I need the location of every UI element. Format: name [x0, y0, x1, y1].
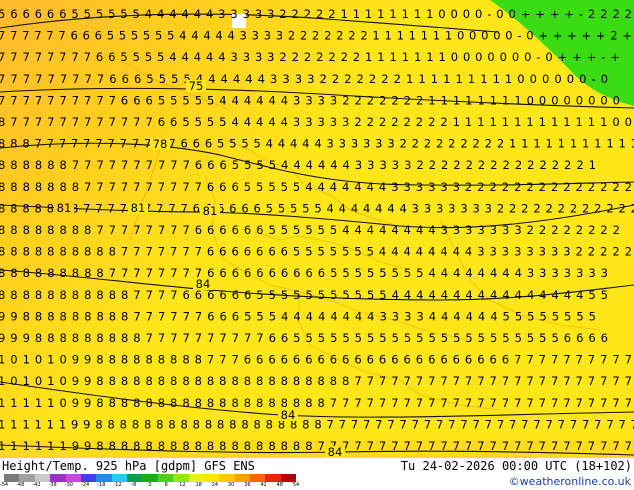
- colorbar-swatch: [265, 474, 281, 482]
- colorbar-swatch: [219, 474, 235, 482]
- colorbar-tick-label: -18: [97, 482, 106, 488]
- contour-label: 84: [196, 277, 211, 291]
- colorbar-swatch: [280, 474, 297, 482]
- colorbar-tick-label: 36: [244, 482, 251, 488]
- colorbar-swatch: [250, 474, 266, 482]
- colorbar-tick-label: -24: [81, 482, 90, 488]
- colorbar-tick-label: -12: [113, 482, 122, 488]
- colorbar-swatch: [111, 474, 127, 482]
- colorbar-swatch: [65, 474, 81, 482]
- contour-label: 81: [57, 201, 72, 215]
- value-row: 8887777777777776665555444443333332222222…: [0, 137, 634, 151]
- valid-time: Tu 24-02-2026 00:00 UTC (18+102): [400, 459, 632, 473]
- colorbar-swatch: [19, 474, 35, 482]
- chart-title: Height/Temp. 925 hPa [gdpm] GFS ENS: [2, 459, 255, 473]
- colorbar-tick-label: -42: [32, 482, 41, 488]
- colorbar-ticks: -54 -48 -42 -38 -30 -24 -18 -12 -8 0 8 12 18 24 30 36 42…: [0, 482, 300, 490]
- contour-label: 81: [203, 204, 218, 218]
- colorbar-tick-label: 42: [260, 482, 267, 488]
- colorbar-tick-label: 24: [211, 482, 219, 488]
- colorbar-swatch: [142, 474, 158, 482]
- colorbar-tick-label: -38: [48, 482, 57, 488]
- colorbar-tick-label: -48: [16, 482, 25, 488]
- contour-label: 75: [189, 79, 204, 93]
- colorbar-swatch: [173, 474, 189, 482]
- colorbar-tick-label: 0: [148, 482, 152, 488]
- colorbar-swatch: [4, 474, 20, 482]
- colorbar-tick-label: 30: [227, 482, 235, 488]
- colorbar-swatch: [80, 474, 97, 482]
- map-footer: Height/Temp. 925 hPa [gdpm] GFS ENS Tu 2…: [0, 458, 634, 490]
- value-row: 8888888777777777666666555554444444333333…: [0, 201, 634, 215]
- contour-label: 84: [281, 408, 296, 422]
- colorbar-tick-label: 18: [195, 482, 202, 488]
- credit-link[interactable]: ©weatheronline.co.uk: [509, 475, 631, 489]
- weather-map: 5666665555554444443333322222111111110000…: [0, 0, 634, 458]
- colorbar-swatch: [96, 474, 112, 482]
- value-row: 9988888888877777766655544444444333344444…: [0, 309, 596, 323]
- colorbar-tick-label: -30: [64, 482, 73, 488]
- colorbar-tick-label: 8: [164, 482, 168, 488]
- contour-label: 81: [131, 201, 146, 215]
- colorbar-tick-label: -54: [0, 482, 9, 488]
- colorbar-swatch: [50, 474, 66, 482]
- colorbar-swatch: [203, 474, 220, 482]
- colorbar-tick-label: 12: [179, 482, 186, 488]
- colorbar-tick-label: 48: [276, 482, 283, 488]
- contour-label: 78: [153, 137, 168, 151]
- colorbar-swatch: [157, 474, 174, 482]
- colorbar: [4, 474, 297, 482]
- colorbar-tick-label: 54: [292, 482, 300, 488]
- value-row: 8888887777777777666555544444433333222222…: [0, 158, 596, 172]
- contour-label: 84: [328, 445, 343, 458]
- colorbar-swatch: [188, 474, 204, 482]
- value-row: 1111119988888888888888888887777777777777…: [0, 417, 634, 431]
- colorbar-swatch: [127, 474, 143, 482]
- colorbar-swatch: [34, 474, 51, 482]
- colorbar-swatch: [234, 474, 250, 482]
- map-canvas: 5666665555554444443333322222111111110000…: [0, 0, 634, 458]
- colorbar-tick-label: -8: [131, 482, 137, 488]
